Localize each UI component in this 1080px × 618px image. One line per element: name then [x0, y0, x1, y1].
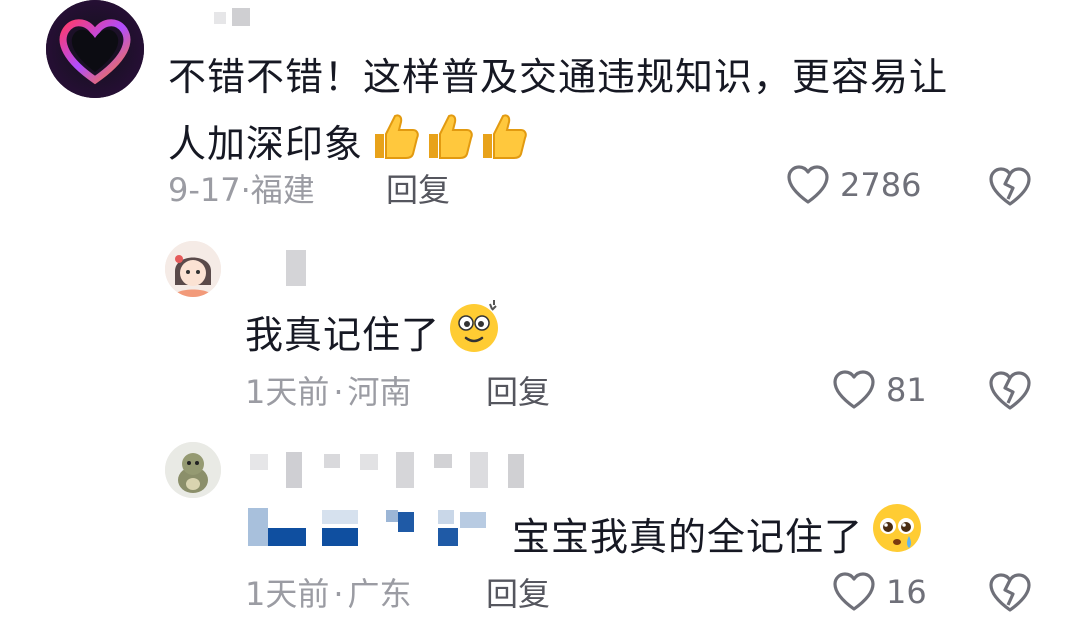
reply-button[interactable]: 回复: [486, 574, 550, 614]
comment-location: 福建: [250, 171, 315, 209]
avatar[interactable]: [46, 0, 144, 98]
avatar[interactable]: [165, 241, 221, 297]
avatar-heart-image: [46, 0, 144, 98]
like-button[interactable]: 16: [832, 571, 927, 613]
reply-button[interactable]: 回复: [486, 372, 550, 412]
comment-meta: 1天前 · 河南: [245, 372, 412, 412]
comment-location: 广东: [347, 575, 412, 613]
avatar-cartoon-girl-image: [165, 241, 221, 297]
comment-meta: 9-17·福建: [168, 170, 315, 210]
like-count: 81: [886, 371, 927, 409]
dislike-button[interactable]: [988, 370, 1032, 416]
username-blurred[interactable]: [286, 250, 306, 286]
avatar[interactable]: [165, 442, 221, 498]
comment-text-line1: 不错不错！这样普及交通违规知识，更容易让: [168, 55, 949, 99]
mention-blurred[interactable]: [248, 508, 498, 548]
comment-location: 河南: [347, 373, 412, 411]
heart-icon: [833, 370, 875, 409]
like-button[interactable]: 2786: [786, 164, 921, 206]
meta-separator: ·: [333, 575, 344, 613]
comment-date: 1天前: [245, 373, 330, 411]
dislike-button[interactable]: [988, 572, 1032, 618]
broken-heart-icon: [989, 371, 1031, 410]
comment-date: 9-17: [168, 171, 241, 209]
comment-text: 宝宝我真的全记住了: [512, 500, 925, 574]
like-count: 16: [886, 573, 927, 611]
reply-button[interactable]: 回复: [386, 170, 450, 210]
like-button[interactable]: 81: [832, 369, 927, 411]
meta-separator: ·: [333, 373, 344, 411]
like-count: 2786: [840, 166, 922, 204]
thumbs-up-icon: [475, 108, 529, 180]
comment-date: 1天前: [245, 575, 330, 613]
comment-text: 我真记住了: [245, 298, 502, 372]
meta-separator: ·: [240, 171, 251, 209]
comment-text: 不错不错！这样普及交通违规知识，更容易让 人加深印象: [168, 46, 1048, 180]
comment-meta: 1天前 · 广东: [245, 574, 412, 614]
broken-heart-icon: [989, 167, 1031, 206]
avatar-toy-dinosaur-image: [165, 442, 221, 498]
heart-icon: [833, 572, 875, 611]
username-blurred[interactable]: [246, 452, 526, 490]
username-blurred[interactable]: [214, 8, 254, 26]
pleading-face-icon: [869, 500, 925, 574]
dizzy-face-icon: [446, 298, 502, 372]
broken-heart-icon: [989, 573, 1031, 612]
dislike-button[interactable]: [988, 166, 1032, 212]
heart-icon: [787, 165, 829, 204]
